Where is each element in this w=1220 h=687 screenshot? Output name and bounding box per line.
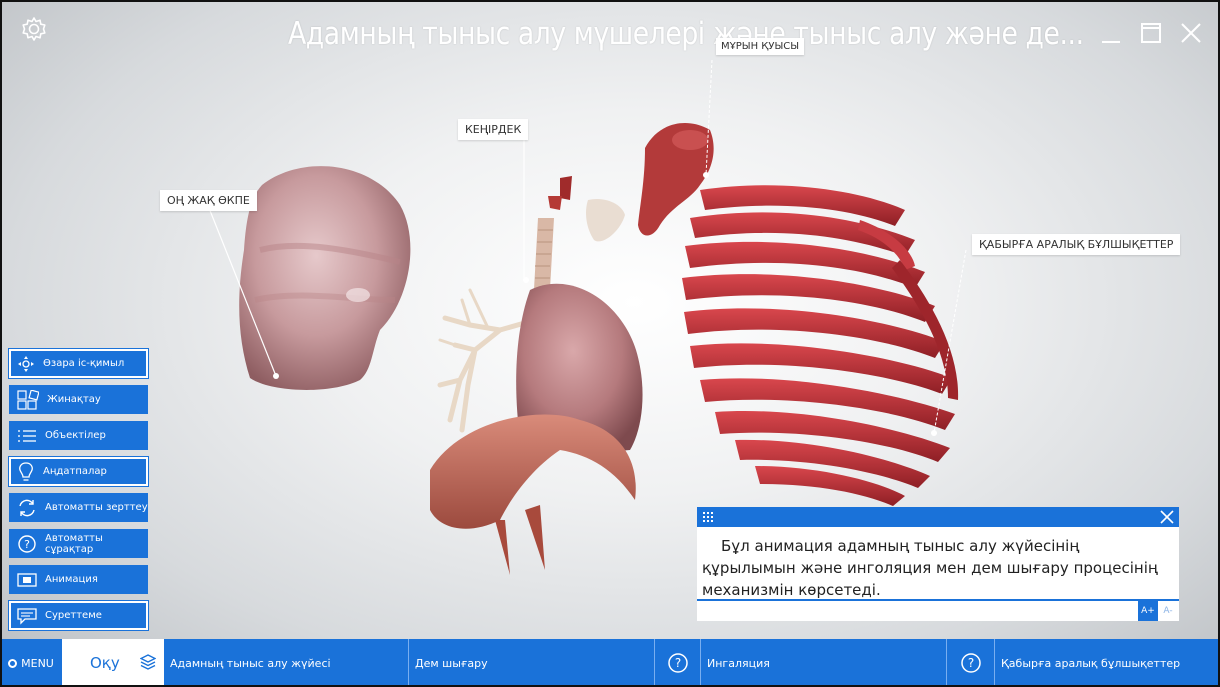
chapter-intercostal-muscles[interactable]: Қабырға аралық бұлшықеттер [994,639,1220,687]
close-icon[interactable] [1159,509,1175,525]
side-btn-label: Жинақтау [47,394,101,405]
objects-button[interactable]: Объектілер [9,421,148,450]
chat-icon [17,607,37,625]
question-icon: ? [18,534,36,553]
question-icon: ? [667,653,688,673]
side-btn-label: Автоматты сұрақтар [45,532,103,555]
gear-icon [22,17,46,41]
lightbulb-icon [19,461,33,481]
diaphragm-model[interactable] [430,414,636,575]
label-nasal-cavity[interactable]: МҰРЫН ҚУЫСЫ [716,38,805,55]
annotations-button[interactable]: Аңдатпалар [9,457,148,486]
svg-text:?: ? [674,656,680,670]
font-increase-button[interactable]: A+ [1138,601,1158,621]
close-icon[interactable] [1180,22,1202,44]
film-icon [17,572,37,587]
bottom-bar: MENU Оқу Адамның тыныс алу жүйесі Дем шы… [0,639,1220,687]
intercostal-muscles-model[interactable] [682,185,959,506]
layers-icon [140,654,156,670]
font-decrease-button[interactable]: A- [1158,601,1178,621]
label-intercostal-muscles[interactable]: ҚАБЫРҒА АРАЛЫҚ БҰЛШЫҚЕТТЕР [972,234,1181,255]
mode-label: Оқу [90,654,120,672]
question-icon: ? [960,653,981,673]
assemble-button[interactable]: Жинақтау [9,385,148,414]
description-panel: Бұл анимация адамның тыныс алу жүйесінің… [697,507,1179,621]
auto-explore-button[interactable]: Автоматты зерттеу [9,493,148,522]
side-menu: Өзара іс-қимыл Жинақтау Объектілер Аңдат… [9,349,148,630]
description-button[interactable]: Суреттеме [9,601,148,630]
window-controls [1100,22,1202,44]
label-right-lung[interactable]: ОҢ ЖАҚ ӨКПЕ [160,190,257,211]
minimize-icon[interactable] [1100,22,1122,44]
list-icon [18,429,36,442]
interaction-icon [18,355,34,372]
chapter-respiratory-system[interactable]: Адамның тыныс алу жүйесі [164,639,408,687]
help-button[interactable]: ? [654,639,700,687]
side-btn-label: Аңдатпалар [43,466,107,477]
menu-circle-icon [8,658,18,668]
animation-button[interactable]: Анимация [9,565,148,594]
side-btn-label: Өзара іс-қимыл [43,358,125,369]
side-btn-label: Автоматты зерттеу [45,502,148,513]
description-panel-footer: A+ A- [697,599,1179,621]
svg-text:?: ? [24,538,30,551]
chapter-inhalation[interactable]: Ингаляция [700,639,946,687]
auto-questions-button[interactable]: ? Автоматты сұрақтар [9,529,148,558]
side-btn-label: Суреттеме [45,610,102,621]
menu-button[interactable]: MENU [0,639,62,687]
maximize-icon[interactable] [1140,22,1162,44]
svg-text:?: ? [967,656,973,670]
side-btn-label: Анимация [45,574,98,585]
label-trachea[interactable]: КЕҢІРДЕК [458,119,529,140]
chapter-exhalation[interactable]: Дем шығару [408,639,654,687]
rotate-icon [19,499,35,516]
interaction-button[interactable]: Өзара іс-қимыл [9,349,148,378]
menu-label: MENU [21,656,54,670]
settings-button[interactable] [20,15,48,43]
assemble-icon [17,389,39,410]
mode-selector[interactable]: Оқу [62,639,164,687]
drag-grid-icon[interactable] [703,512,713,522]
description-text: Бұл анимация адамның тыныс алу жүйесінің… [702,537,1158,599]
help-button[interactable]: ? [946,639,994,687]
larynx-model[interactable] [548,176,625,242]
description-panel-header[interactable] [697,507,1179,527]
page-title: Адамның тыныс алу мүшелері және тыныс ал… [288,16,1084,52]
right-lung-model[interactable] [239,166,411,390]
side-btn-label: Объектілер [45,430,106,441]
